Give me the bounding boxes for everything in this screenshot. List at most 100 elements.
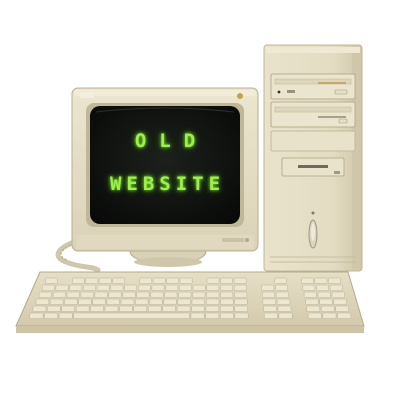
keyboard-key bbox=[317, 291, 331, 298]
keyboard-key bbox=[72, 277, 85, 284]
keyboard-key bbox=[314, 277, 328, 284]
power-led-icon bbox=[311, 211, 315, 215]
keyboard-key bbox=[135, 298, 149, 305]
keyboard-key bbox=[66, 291, 80, 298]
keyboard-key bbox=[205, 305, 220, 312]
keyboard-key bbox=[166, 277, 179, 284]
keyboard-key bbox=[191, 305, 205, 312]
keyboard-key bbox=[75, 305, 90, 312]
cd-drive-top bbox=[270, 73, 356, 100]
keyboard-key bbox=[220, 291, 234, 298]
keyboard-key bbox=[69, 284, 83, 291]
keyboard-key bbox=[147, 305, 162, 312]
keyboard-key bbox=[179, 284, 192, 291]
keyboard-key bbox=[328, 277, 341, 284]
keyboard-key bbox=[124, 284, 138, 291]
keyboard-key bbox=[162, 305, 176, 312]
keyboard-key bbox=[319, 298, 333, 305]
keyboard-key bbox=[191, 298, 206, 305]
keyboard-key bbox=[151, 284, 165, 291]
keyboard-key bbox=[90, 305, 104, 312]
keyboard-key bbox=[234, 312, 249, 319]
keyboard-key bbox=[331, 291, 345, 298]
keyboard-key bbox=[233, 277, 247, 284]
keyboard-key bbox=[49, 298, 64, 305]
keyboard-key bbox=[149, 298, 163, 305]
keyboard-key bbox=[275, 291, 289, 298]
keyboard-key bbox=[108, 291, 122, 298]
retro-computer-illustration bbox=[15, 44, 365, 333]
keyboard-key bbox=[220, 298, 234, 305]
keyboard-key bbox=[58, 312, 73, 319]
keyboard-key bbox=[150, 291, 164, 298]
keyboard-key bbox=[45, 277, 58, 284]
keyboard-key bbox=[307, 312, 322, 319]
keyboard-key bbox=[55, 284, 69, 291]
keyboard-key bbox=[277, 305, 292, 312]
keyboard-key bbox=[233, 284, 247, 291]
keyboard-key bbox=[119, 305, 133, 312]
keyboard-key bbox=[192, 291, 206, 298]
keyboard-key bbox=[164, 291, 178, 298]
keyboard-key bbox=[110, 284, 124, 291]
screen-text-line-1: OLD bbox=[134, 130, 209, 152]
keyboard-key bbox=[41, 284, 55, 291]
floppy-drive bbox=[281, 157, 345, 177]
keyboard-key bbox=[206, 277, 220, 284]
keyboard-key bbox=[220, 284, 234, 291]
keyboard-key bbox=[78, 298, 92, 305]
keyboard-key bbox=[176, 305, 191, 312]
keyboard-key bbox=[316, 284, 329, 291]
keyboard-key bbox=[61, 305, 75, 312]
screen-text-line-2: WEBSITE bbox=[109, 173, 226, 195]
keyboard-key bbox=[220, 312, 234, 319]
keyboard-key bbox=[38, 291, 52, 298]
keyboard-key bbox=[263, 312, 278, 319]
keyboard-key bbox=[303, 291, 317, 298]
keyboard-key bbox=[96, 284, 110, 291]
keyboard-key bbox=[206, 284, 220, 291]
keyboard-key bbox=[94, 291, 108, 298]
keyboard-key bbox=[274, 277, 287, 284]
tower-case bbox=[263, 44, 363, 272]
keyboard-key bbox=[165, 284, 179, 291]
keyboard-key bbox=[112, 277, 126, 284]
keyboard-key bbox=[178, 291, 192, 298]
keyboard-key bbox=[192, 284, 206, 291]
keyboard-key bbox=[163, 298, 177, 305]
keyboard-key bbox=[122, 291, 136, 298]
keyboard-key bbox=[205, 298, 220, 305]
keyboard-key bbox=[263, 305, 277, 312]
keyboard-key bbox=[73, 312, 190, 319]
keyboard-key bbox=[329, 284, 343, 291]
keyboard-key bbox=[335, 305, 349, 312]
keyboard-key bbox=[152, 277, 166, 284]
keyboard-key bbox=[320, 305, 335, 312]
keyboard-key bbox=[322, 312, 337, 319]
keyboard-key bbox=[276, 298, 291, 305]
keyboard-key bbox=[302, 284, 316, 291]
keyboard-key bbox=[190, 312, 205, 319]
keyboard-key bbox=[29, 312, 44, 319]
keyboard-key bbox=[136, 291, 150, 298]
keyboard-key bbox=[261, 284, 275, 291]
keyboard-key bbox=[333, 298, 347, 305]
keyboard-key bbox=[44, 312, 58, 319]
keyboard-key bbox=[234, 305, 248, 312]
keyboard-key bbox=[52, 291, 66, 298]
keyboard-key bbox=[104, 305, 119, 312]
keyboard-key bbox=[139, 277, 153, 284]
keyboard-key bbox=[305, 298, 319, 305]
keyboard-key bbox=[220, 277, 233, 284]
keyboard-key bbox=[35, 298, 50, 305]
keyboard-key bbox=[275, 284, 288, 291]
keyboard bbox=[15, 271, 365, 333]
crt-screen bbox=[90, 106, 240, 224]
keyboard-key bbox=[179, 277, 193, 284]
keyboard-key bbox=[106, 298, 120, 305]
keyboard-key bbox=[337, 312, 352, 319]
keyboard-key bbox=[85, 277, 99, 284]
keyboard-key bbox=[98, 277, 112, 284]
keyboard-key bbox=[278, 312, 293, 319]
keyboard-key bbox=[120, 298, 135, 305]
